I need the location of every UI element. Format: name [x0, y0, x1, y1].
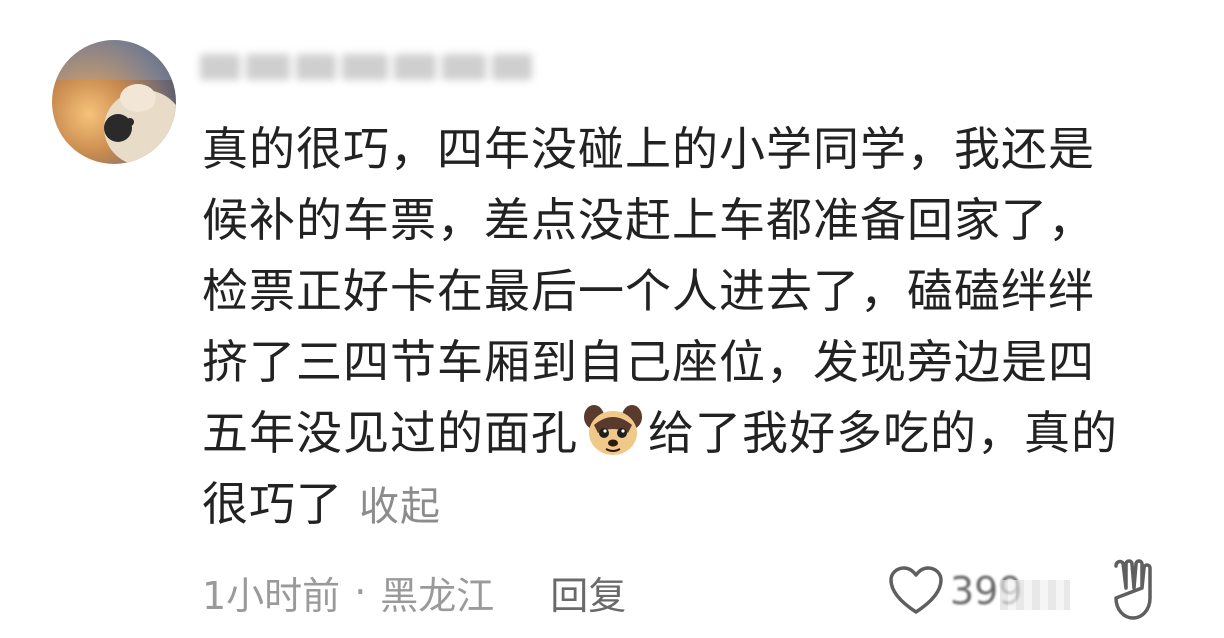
comment-line-part: 给了我好多吃的，真的	[648, 406, 1118, 460]
comment-line: 候补的车票，差点没赶上车都准备回家了，	[202, 193, 1095, 247]
location: 黑龙江	[380, 573, 495, 618]
username-obscured[interactable]	[200, 44, 550, 90]
meta-separator: ·	[354, 570, 367, 614]
comment-line-part: 五年没见过的面孔	[202, 406, 578, 460]
dislike-button[interactable]	[1104, 558, 1164, 624]
collapse-link[interactable]: 收起	[359, 484, 441, 530]
comment-line: 真的很巧，四年没碰上的小学同学，我还是	[202, 122, 1095, 176]
heart-icon	[889, 566, 943, 614]
comment-line: 很巧了 收起	[202, 469, 1192, 543]
dog-emoji-icon	[584, 405, 642, 455]
comment-line: 挤了三四节车厢到自己座位，发现旁边是四	[202, 335, 1095, 389]
comment-meta: 1小时前 · 黑龙江 回复	[202, 560, 626, 624]
comment-line: 检票正好卡在最后一个人进去了，磕磕绊绊	[202, 264, 1095, 318]
comment-line: 五年没见过的面孔 给了我好多吃的，真的	[202, 398, 1192, 469]
reply-button[interactable]: 回复	[550, 565, 626, 620]
avatar-image	[52, 40, 176, 164]
thumb-down-icon	[1114, 559, 1152, 620]
comment-line-part: 很巧了	[202, 477, 343, 531]
mosaic-overlay	[1000, 580, 1070, 610]
timestamp: 1小时前	[202, 573, 341, 618]
comment-text: 真的很巧，四年没碰上的小学同学，我还是 候补的车票，差点没赶上车都准备回家了， …	[202, 114, 1192, 543]
avatar[interactable]	[52, 40, 176, 164]
comment-item: 真的很巧，四年没碰上的小学同学，我还是 候补的车票，差点没赶上车都准备回家了， …	[0, 0, 1224, 638]
